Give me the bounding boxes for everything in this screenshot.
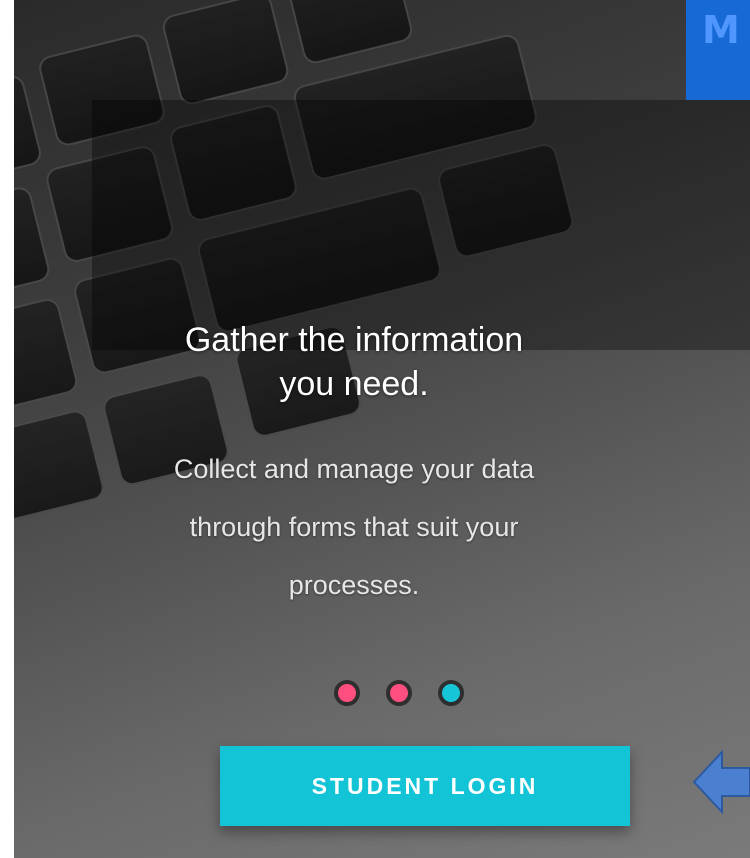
brand-logo: M — [686, 0, 750, 100]
carousel-dot-2[interactable] — [386, 680, 412, 706]
brand-logo-text: M — [702, 8, 740, 52]
hero-subtext: Collect and manage your data through for… — [173, 454, 535, 600]
page: M Gather the information you need. Colle… — [0, 0, 750, 858]
carousel-dot-3-active[interactable] — [438, 680, 464, 706]
hero-headline: Gather the information you need. — [184, 321, 524, 403]
left-arrow-icon — [692, 749, 750, 815]
student-login-button[interactable]: STUDENT LOGIN — [220, 746, 630, 826]
hero-dark-overlay — [92, 100, 750, 350]
hero-slide: M Gather the information you need. Colle… — [14, 0, 750, 858]
carousel-dots — [334, 680, 464, 710]
carousel-dot-1[interactable] — [334, 680, 360, 706]
